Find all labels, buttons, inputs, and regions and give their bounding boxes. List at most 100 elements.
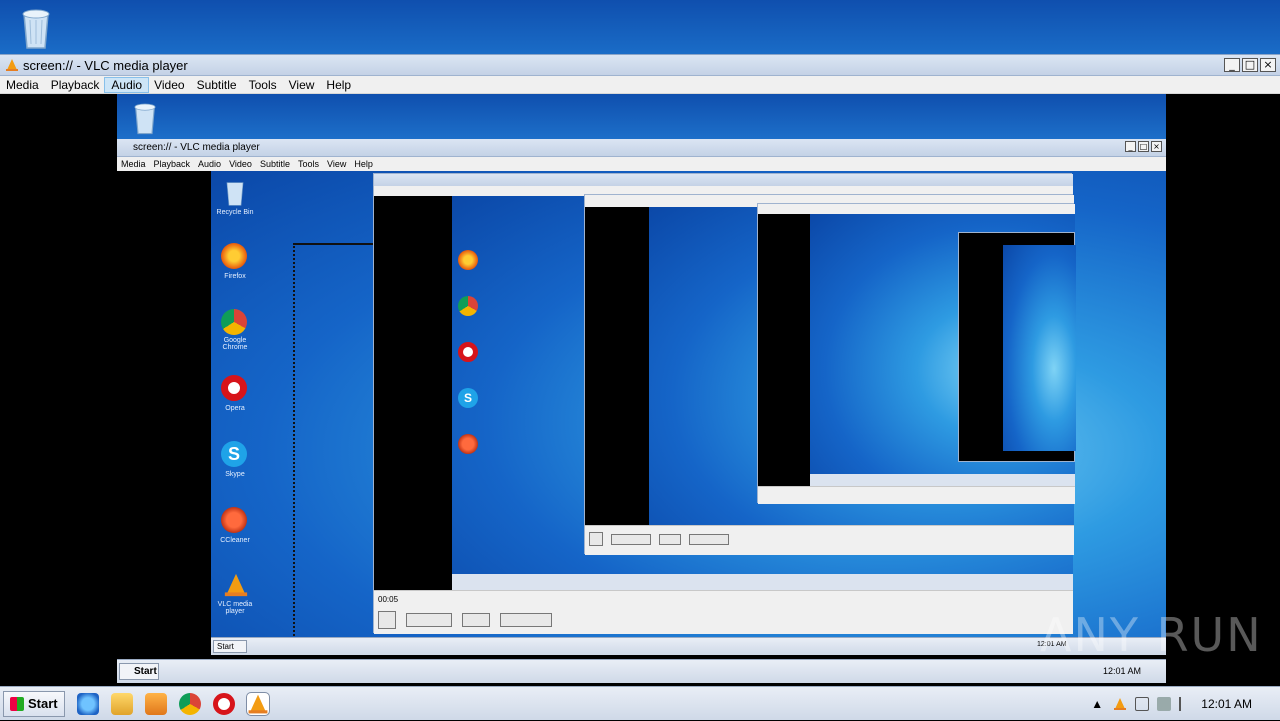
nested-menu-audio: Audio [198,159,222,169]
nested-taskbar: Start 12:01 AM [211,637,1166,655]
anyrun-watermark: ANY RUN [1040,608,1263,662]
menu-video[interactable]: Video [148,78,190,92]
window-titlebar[interactable]: screen:// - VLC media player _ □ × [0,54,1280,76]
desktop-recycle-bin-icon [226,182,244,206]
level4-transport-buttons [611,534,651,545]
nested-clock-level1: 12:01 AM [1103,666,1142,676]
nested-recycle-bin-icon [134,103,156,135]
desktop-label-vlc: VLC media player [217,601,253,615]
system-tray: ▲ 12:01 AM [1091,687,1280,721]
taskbar: Start ▲ 12:01 AM [0,686,1280,720]
recycle-bin-icon[interactable] [18,6,54,50]
nested-close-button: × [1151,141,1162,152]
vlc-icon[interactable] [245,691,270,716]
desktop-vlc-icon [224,573,248,597]
explorer-icon[interactable] [110,692,133,715]
level3-opera-icon [458,342,478,362]
nested-window-title: screen:// - VLC media player [133,142,260,153]
start-label: Start [28,696,58,711]
nested-start-button-level1: Start [119,663,159,680]
nested-menu-playback: Playback [153,159,191,169]
level3-titlebar [374,174,1073,186]
action-center-flag-icon[interactable] [1179,697,1193,711]
desktop-label-opera: Opera [225,405,245,412]
desktop-background [0,0,1280,54]
vlc-cone-icon [6,59,18,71]
start-button[interactable]: Start [3,690,65,717]
desktop-firefox-icon [221,243,247,269]
volume-icon[interactable] [1135,697,1150,711]
nested-start-button: Start [213,640,247,653]
nested-maximize-button: □ [1138,141,1149,152]
desktop-skype-icon: S [221,441,247,467]
level3-controls: 00:05 [374,590,1073,634]
nested-window-controls: _ □ × [1125,141,1162,152]
tray-expand-icon[interactable]: ▲ [1091,697,1105,711]
network-icon[interactable] [1157,697,1172,711]
nested-menu-bar: Media Playback Audio Video Subtitle Tool… [117,157,1166,171]
minimize-button[interactable]: _ [1224,58,1240,72]
taskbar-clock[interactable]: 12:01 AM [1201,697,1252,711]
opera-icon[interactable] [212,692,235,715]
nested-menu-media: Media [121,159,146,169]
menu-view[interactable]: View [283,78,321,92]
level4-view-buttons [659,534,681,545]
media-player-icon[interactable] [144,692,167,715]
menu-help[interactable]: Help [320,78,357,92]
nested-minimize-button: _ [1125,141,1136,152]
level6-desktop [1003,245,1076,451]
letterbox-left [117,171,211,637]
nested-vlc-level3: S 00:05 [373,173,1076,634]
level4-extra-buttons [689,534,729,545]
tray-vlc-icon[interactable] [1113,697,1127,711]
menu-playback[interactable]: Playback [45,78,106,92]
level4-pause-button [589,532,603,546]
desktop-label-recycle: Recycle Bin [216,209,254,216]
level5-menubar [758,204,1075,214]
ie-icon[interactable] [76,692,99,715]
nested-desktop-strip [117,94,1166,139]
window-controls: _ □ × [1224,58,1276,72]
nested-vlc-level4 [584,194,1076,555]
desktop-label-skype: Skype [225,471,245,478]
desktop-label-firefox: Firefox [224,273,246,280]
menu-subtitle[interactable]: Subtitle [191,78,243,92]
desktop-opera-icon [221,375,247,401]
level5-controls [758,486,1075,504]
level3-ccleaner-icon [458,434,478,454]
desktop-chrome-icon [221,309,247,335]
level3-extra-buttons [500,613,552,627]
desktop-label-chrome: Google Chrome [222,337,248,351]
level3-view-buttons [462,613,490,627]
level3-time: 00:05 [378,595,399,604]
windows-flag-icon [10,696,24,711]
desktop-label-ccleaner: CCleaner [220,537,250,544]
level3-firefox-icon [458,250,478,270]
nested-vlc-level6 [958,232,1076,462]
chrome-icon[interactable] [178,692,201,715]
menu-tools[interactable]: Tools [243,78,283,92]
level3-taskbar [452,574,1073,590]
menu-media[interactable]: Media [0,78,45,92]
nested-vlc-level5 [757,203,1076,504]
level4-controls [585,525,1074,555]
menu-bar: Media Playback Audio Video Subtitle Tool… [0,76,1280,94]
nested-titlebar: screen:// - VLC media player _ □ × [117,139,1166,157]
window-title: screen:// - VLC media player [23,57,188,73]
nested-menu-subtitle: Subtitle [259,159,290,169]
maximize-button[interactable]: □ [1242,58,1258,72]
nested-menu-help: Help [354,159,373,169]
nested-menu-tools: Tools [297,159,319,169]
level3-transport-buttons [406,613,452,627]
level3-chrome-icon [458,296,478,316]
nested-menu-video: Video [229,159,252,169]
nested-taskbar-level1: Start 12:01 AM [117,659,1166,683]
level3-pause-button [378,611,396,629]
level5-taskbar [810,474,1075,486]
nested-menu-view: View [326,159,347,169]
menu-audio[interactable]: Audio [104,76,150,93]
level3-skype-icon: S [458,388,478,408]
desktop-ccleaner-icon [221,507,247,533]
close-button[interactable]: × [1260,58,1276,72]
nested-capture: screen:// - VLC media player _ □ × Media… [117,94,1166,684]
